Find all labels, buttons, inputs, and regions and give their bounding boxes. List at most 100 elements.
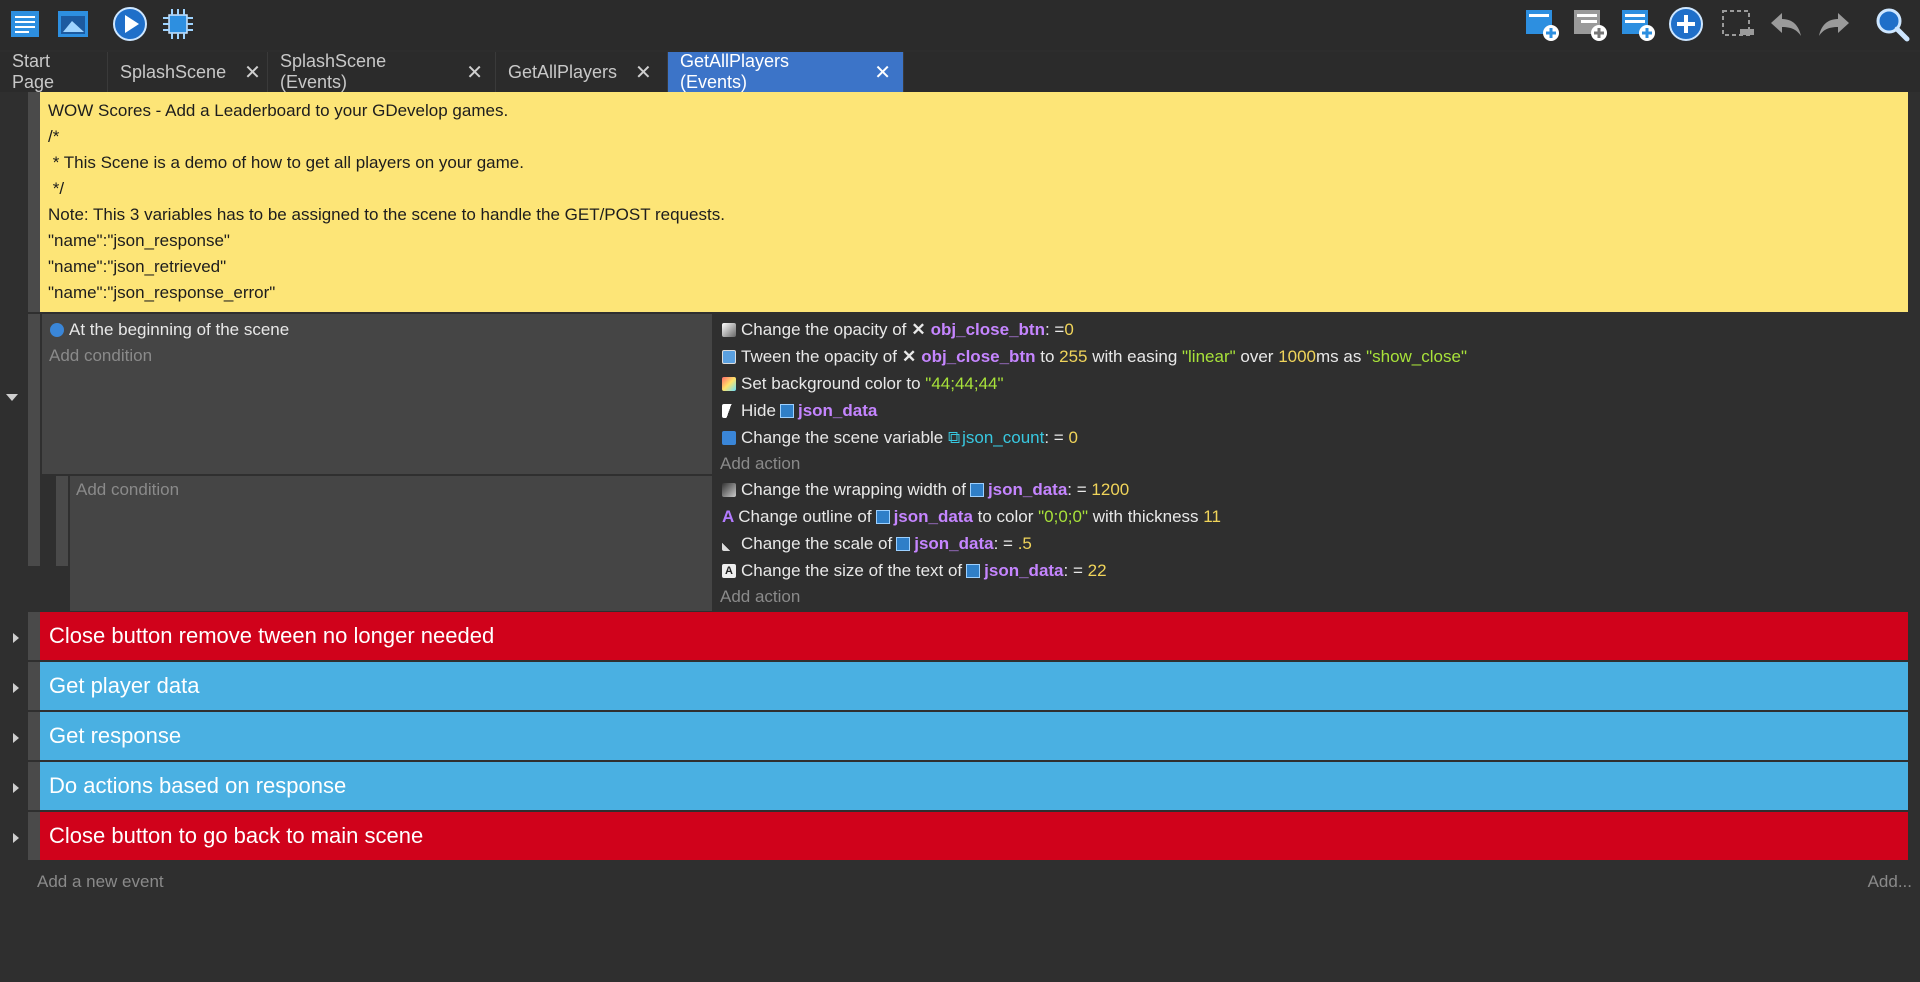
text-object-icon bbox=[875, 509, 890, 524]
tab-splashscene[interactable]: SplashScene ✕ bbox=[108, 52, 268, 92]
object-name: json_data bbox=[914, 534, 994, 553]
actions-panel[interactable]: Change the opacity of ✕ obj_close_btn : … bbox=[714, 314, 1908, 474]
group-event[interactable]: Get player data bbox=[40, 662, 1908, 710]
group-event[interactable]: Get response bbox=[40, 712, 1908, 760]
add-event-icon[interactable] bbox=[1522, 4, 1562, 44]
close-icon[interactable]: ✕ bbox=[635, 60, 652, 85]
value: 1200 bbox=[1091, 480, 1130, 499]
scene-variable-icon bbox=[722, 430, 736, 445]
tab-splashscene-events[interactable]: SplashScene (Events) ✕ bbox=[268, 51, 496, 92]
preview-icon[interactable] bbox=[110, 4, 150, 44]
add-subevent-icon[interactable] bbox=[1570, 4, 1610, 44]
value: 0 bbox=[1064, 320, 1074, 339]
action-text: over bbox=[1235, 347, 1279, 366]
tab-bar: Start Page SplashScene ✕ SplashScene (Ev… bbox=[0, 51, 1920, 92]
action-line[interactable]: Tween the opacity of ✕ obj_close_btn to … bbox=[722, 343, 1467, 370]
close-object-icon: ✕ bbox=[901, 347, 917, 366]
action-line[interactable]: Hide json_data bbox=[722, 397, 877, 424]
text-object-icon bbox=[896, 536, 911, 551]
close-icon[interactable]: ✕ bbox=[466, 60, 483, 85]
group-event[interactable]: Close button remove tween no longer need… bbox=[40, 612, 1908, 660]
add-other-icon[interactable] bbox=[1618, 4, 1658, 44]
comment-line: WOW Scores - Add a Leaderboard to your G… bbox=[48, 101, 509, 120]
action-line[interactable]: Change the scale of json_data : = .5 bbox=[722, 530, 1032, 557]
search-icon[interactable] bbox=[1872, 4, 1912, 44]
text-size-icon: A bbox=[722, 563, 736, 578]
condition-text: At the beginning of the scene bbox=[69, 320, 290, 339]
add-action[interactable]: Add action bbox=[720, 450, 800, 477]
value: 1000 bbox=[1278, 347, 1317, 366]
action-text: : = bbox=[1063, 561, 1088, 580]
tab-label: SplashScene (Events) bbox=[280, 51, 387, 92]
expand-arrow-icon[interactable] bbox=[13, 633, 19, 643]
text-object-icon bbox=[779, 403, 794, 418]
event-handle[interactable] bbox=[28, 612, 40, 660]
expand-arrow-icon[interactable] bbox=[13, 833, 19, 843]
toolbar bbox=[0, 0, 1920, 50]
event-handle[interactable] bbox=[28, 812, 40, 860]
add-new-event[interactable]: Add a new event bbox=[37, 872, 164, 892]
action-text: Tween the opacity of bbox=[741, 347, 897, 366]
close-icon[interactable]: ✕ bbox=[874, 60, 891, 85]
project-manager-icon[interactable] bbox=[6, 4, 46, 44]
comment-line: "name":"json_response_error" bbox=[48, 283, 276, 302]
undo-icon[interactable] bbox=[1766, 4, 1806, 44]
event-handle[interactable] bbox=[28, 762, 40, 810]
event-handle[interactable] bbox=[28, 712, 40, 760]
action-line[interactable]: Change the wrapping width of json_data :… bbox=[722, 476, 1129, 503]
group-event[interactable]: Do actions based on response bbox=[40, 762, 1908, 810]
scene-properties-icon[interactable] bbox=[54, 4, 94, 44]
action-line[interactable]: A Change outline of json_data to color "… bbox=[722, 503, 1221, 530]
object-name: obj_close_btn bbox=[921, 347, 1036, 366]
action-text: : = bbox=[993, 534, 1018, 553]
redo-icon[interactable] bbox=[1814, 4, 1854, 44]
comment-event[interactable]: WOW Scores - Add a Leaderboard to your G… bbox=[40, 92, 1908, 312]
scene-start-icon bbox=[50, 322, 64, 337]
action-text: to bbox=[1035, 347, 1060, 366]
outline-icon: A bbox=[722, 507, 735, 526]
event-handle[interactable] bbox=[28, 314, 40, 566]
action-text: Change the wrapping width of bbox=[741, 480, 966, 499]
action-text: with easing bbox=[1087, 347, 1182, 366]
expand-arrow-icon[interactable] bbox=[13, 683, 19, 693]
comment-line: /* bbox=[48, 127, 60, 146]
event-handle[interactable] bbox=[28, 662, 40, 710]
action-line[interactable]: Change the scene variable ⧉ json_count :… bbox=[722, 424, 1078, 451]
object-name: json_data bbox=[797, 401, 878, 420]
comment-line: */ bbox=[48, 179, 65, 198]
collapse-arrow-icon[interactable] bbox=[6, 394, 18, 401]
delete-icon[interactable] bbox=[1718, 4, 1758, 44]
action-line[interactable]: A Change the size of the text of json_da… bbox=[722, 557, 1107, 584]
conditions-panel[interactable]: Add condition bbox=[70, 476, 712, 611]
tab-getallplayers[interactable]: GetAllPlayers ✕ bbox=[496, 52, 668, 92]
add-condition[interactable]: Add condition bbox=[49, 342, 152, 369]
value: .5 bbox=[1017, 534, 1032, 553]
event-handle[interactable] bbox=[28, 92, 40, 312]
group-event[interactable]: Close button to go back to main scene bbox=[40, 812, 1908, 860]
condition-line[interactable]: At the beginning of the scene bbox=[50, 316, 289, 343]
tween-icon bbox=[722, 349, 736, 364]
tab-start-page[interactable]: Start Page bbox=[0, 51, 108, 92]
actions-panel[interactable]: Change the wrapping width of json_data :… bbox=[714, 476, 1908, 611]
add-action[interactable]: Add action bbox=[720, 583, 800, 610]
tab-getallplayers-events[interactable]: GetAllPlayers (Events) ✕ bbox=[668, 51, 904, 92]
action-text: : = bbox=[1044, 428, 1069, 447]
group-title: Do actions based on response bbox=[49, 773, 347, 798]
expand-arrow-icon[interactable] bbox=[13, 733, 19, 743]
action-line[interactable]: Change the opacity of ✕ obj_close_btn : … bbox=[722, 316, 1074, 343]
add-other-button[interactable]: Add... bbox=[1868, 872, 1912, 892]
opacity-icon bbox=[722, 322, 736, 337]
add-plus-icon[interactable] bbox=[1666, 4, 1706, 44]
string-value: "linear" bbox=[1182, 347, 1236, 366]
subevent-handle[interactable] bbox=[56, 476, 68, 566]
debugger-icon[interactable] bbox=[158, 4, 198, 44]
group-title: Close button to go back to main scene bbox=[49, 823, 424, 848]
expand-arrow-icon[interactable] bbox=[13, 783, 19, 793]
string-value: "44;44;44" bbox=[925, 374, 1004, 393]
add-condition[interactable]: Add condition bbox=[76, 476, 179, 503]
action-line[interactable]: Set background color to "44;44;44" bbox=[722, 370, 1004, 397]
conditions-panel[interactable]: At the beginning of the scene Add condit… bbox=[42, 314, 712, 474]
text-object-icon bbox=[969, 482, 984, 497]
scale-icon bbox=[722, 536, 736, 551]
close-icon[interactable]: ✕ bbox=[244, 60, 261, 85]
